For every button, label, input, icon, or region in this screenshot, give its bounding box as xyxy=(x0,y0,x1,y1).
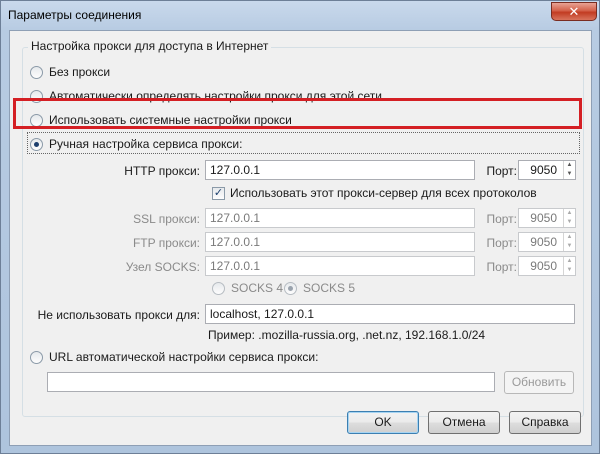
socks-host-label: Узел SOCKS: xyxy=(125,260,200,274)
spin-arrows-icon[interactable]: ▲ ▼ xyxy=(563,161,575,179)
spin-arrows-icon[interactable]: ▲ ▼ xyxy=(563,233,575,251)
ok-button[interactable]: OK xyxy=(347,411,419,434)
ftp-proxy-input[interactable]: 127.0.0.1 xyxy=(205,232,475,252)
spin-arrows-icon[interactable]: ▲ ▼ xyxy=(563,209,575,227)
radio-circle[interactable] xyxy=(212,281,225,295)
window-title: Параметры соединения xyxy=(8,8,142,22)
radio-circle[interactable] xyxy=(30,350,43,364)
share-all-label: Использовать этот прокси-сервер для всех… xyxy=(230,186,537,200)
dialog-body: Настройка прокси для доступа в Интернет … xyxy=(9,30,592,446)
radio-label-socks5: SOCKS 5 xyxy=(303,281,356,295)
radio-label-no-proxy: Без прокси xyxy=(49,65,111,79)
reload-button[interactable]: Обновить xyxy=(504,371,574,394)
http-port-label: Порт: xyxy=(486,164,517,178)
ssl-port-input[interactable]: 9050 ▲ ▼ xyxy=(518,208,576,228)
radio-socks4[interactable]: SOCKS 4 xyxy=(212,281,283,295)
http-port-input[interactable]: 9050 ▲ ▼ xyxy=(518,160,576,180)
radio-no-proxy[interactable]: Без прокси xyxy=(30,65,110,79)
no-proxy-for-label: Не использовать прокси для: xyxy=(37,308,200,322)
radio-auto-url[interactable]: URL автоматической настройки сервиса про… xyxy=(30,350,318,364)
radio-circle-selected[interactable] xyxy=(284,281,297,295)
radio-circle[interactable] xyxy=(30,65,43,79)
share-all-checkbox[interactable]: ✓ xyxy=(212,187,225,200)
title-bar: Параметры соединения ✕ xyxy=(1,1,600,29)
socks-port-input[interactable]: 9050 ▲ ▼ xyxy=(518,256,576,276)
ftp-proxy-label: FTP прокси: xyxy=(132,236,200,250)
socks-host-input[interactable]: 127.0.0.1 xyxy=(205,256,475,276)
radio-label-socks4: SOCKS 4 xyxy=(231,281,284,295)
ssl-port-value: 9050 xyxy=(530,211,557,225)
http-proxy-label: HTTP прокси: xyxy=(124,164,200,178)
ftp-port-value: 9050 xyxy=(530,235,557,249)
ssl-port-label: Порт: xyxy=(486,212,517,226)
ftp-port-input[interactable]: 9050 ▲ ▼ xyxy=(518,232,576,252)
socks-port-value: 9050 xyxy=(530,259,557,273)
radio-label-auto-url: URL автоматической настройки сервиса про… xyxy=(49,350,319,364)
close-button[interactable]: ✕ xyxy=(551,2,597,21)
radio-label-manual: Ручная настройка сервиса прокси: xyxy=(49,137,243,151)
radio-manual[interactable]: Ручная настройка сервиса прокси: xyxy=(30,137,242,151)
socks-port-label: Порт: xyxy=(486,260,517,274)
help-button[interactable]: Справка xyxy=(509,411,581,434)
connection-settings-window: Параметры соединения ✕ Настройка прокси … xyxy=(0,0,600,454)
auto-url-input[interactable] xyxy=(47,372,495,392)
radio-circle-selected[interactable] xyxy=(30,137,43,151)
spin-arrows-icon[interactable]: ▲ ▼ xyxy=(563,257,575,275)
cancel-button[interactable]: Отмена xyxy=(428,411,500,434)
group-title: Настройка прокси для доступа в Интернет xyxy=(28,39,272,53)
no-proxy-example: Пример: .mozilla-russia.org, .net.nz, 19… xyxy=(208,328,486,342)
check-icon: ✓ xyxy=(213,187,224,199)
close-icon: ✕ xyxy=(568,4,580,19)
radio-socks5[interactable]: SOCKS 5 xyxy=(284,281,355,295)
highlight-annotation xyxy=(13,98,582,129)
no-proxy-for-input[interactable]: localhost, 127.0.0.1 xyxy=(205,304,575,324)
ssl-proxy-label: SSL прокси: xyxy=(133,212,200,226)
ftp-port-label: Порт: xyxy=(486,236,517,250)
http-port-value: 9050 xyxy=(530,163,557,177)
ssl-proxy-input[interactable]: 127.0.0.1 xyxy=(205,208,475,228)
http-proxy-input[interactable]: 127.0.0.1 xyxy=(205,160,475,180)
